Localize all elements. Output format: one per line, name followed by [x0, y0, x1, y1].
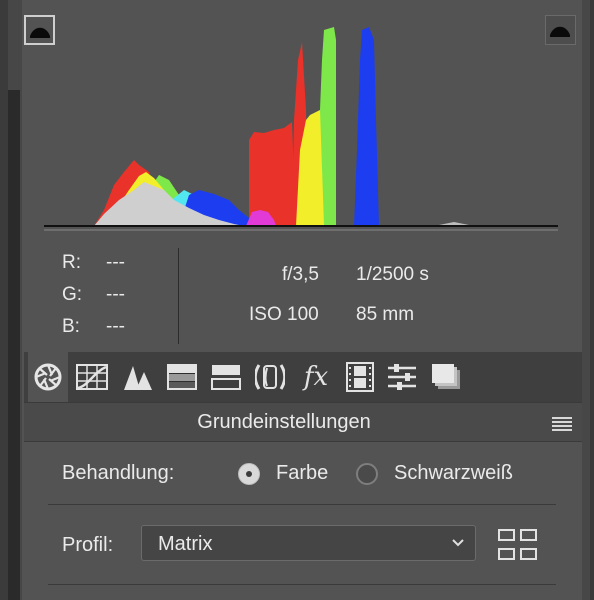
red-label: R:: [62, 252, 81, 273]
section-header: Grundeinstellungen: [24, 402, 582, 442]
chevron-down-icon: [452, 539, 464, 547]
camera-calibration-icon: [346, 362, 374, 392]
tab-split-toning[interactable]: [206, 352, 246, 402]
detail-icon: [124, 366, 152, 390]
profile-select-value: Matrix: [158, 533, 213, 555]
tab-camera-calibration[interactable]: [340, 352, 380, 402]
histogram-graph: [44, 27, 558, 231]
treatment-color-label[interactable]: Farbe: [276, 462, 328, 485]
red-readout: R: ---: [62, 252, 125, 274]
green-label: G:: [62, 284, 83, 305]
hsl-icon: [167, 364, 197, 390]
presets-icon: [388, 364, 416, 390]
right-panel: R: --- G: --- B: --- f/3,5 1/2500 s ISO 100…: [24, 0, 582, 600]
tab-presets[interactable]: [382, 352, 422, 402]
treatment-bw-radio[interactable]: [356, 463, 378, 485]
iso-value: ISO 100: [249, 304, 319, 325]
profile-label: Profil:: [62, 534, 114, 556]
effects-icon: fx: [303, 362, 329, 392]
filmstrip-edge: [8, 0, 22, 600]
red-value: ---: [106, 252, 125, 273]
blue-readout: B: ---: [62, 316, 125, 338]
split-toning-icon: [211, 365, 241, 390]
divider: [48, 584, 556, 585]
blue-label: B:: [62, 316, 80, 337]
histogram: [24, 0, 582, 240]
panel-menu-icon[interactable]: [552, 417, 572, 433]
tab-basic[interactable]: [28, 352, 68, 402]
tab-lens-corrections[interactable]: [250, 352, 290, 402]
treatment-label: Behandlung:: [62, 462, 175, 484]
shadow-clipping-toggle[interactable]: [24, 15, 55, 45]
aperture-value: f/3,5: [282, 264, 319, 285]
tab-effects[interactable]: fx: [296, 352, 336, 402]
treatment-color-radio[interactable]: [238, 463, 260, 485]
pixel-readout: R: --- G: --- B: --- f/3,5 1/2500 s ISO 100…: [24, 240, 582, 350]
left-panel-edge: [0, 0, 8, 600]
treatment-bw-label[interactable]: Schwarzweiß: [394, 462, 513, 485]
green-value: ---: [106, 284, 125, 305]
adjustment-tabs: fx: [24, 352, 582, 402]
snapshots-icon: [432, 364, 460, 389]
highlight-clipping-icon: [550, 26, 570, 37]
readout-divider: [178, 248, 179, 344]
tab-hsl[interactable]: [162, 352, 202, 402]
lens-corrections-icon: [255, 364, 285, 390]
divider: [48, 504, 556, 505]
tab-tone-curve[interactable]: [72, 352, 112, 402]
tone-curve-icon: [76, 364, 108, 390]
profile-select[interactable]: Matrix: [141, 525, 476, 561]
profile-browser-icon[interactable]: [498, 528, 538, 562]
tab-detail[interactable]: [118, 352, 158, 402]
aperture-icon: [34, 363, 62, 391]
tab-snapshots[interactable]: [426, 352, 466, 402]
section-title: Grundeinstellungen: [197, 411, 371, 433]
focal-length-value: 85 mm: [356, 304, 415, 325]
scrollbar-track[interactable]: [582, 0, 594, 600]
green-readout: G: ---: [62, 284, 125, 306]
blue-value: ---: [106, 316, 125, 337]
shutter-speed-value: 1/2500 s: [356, 264, 429, 285]
shadow-clipping-icon: [30, 27, 50, 38]
highlight-clipping-toggle[interactable]: [545, 15, 576, 45]
